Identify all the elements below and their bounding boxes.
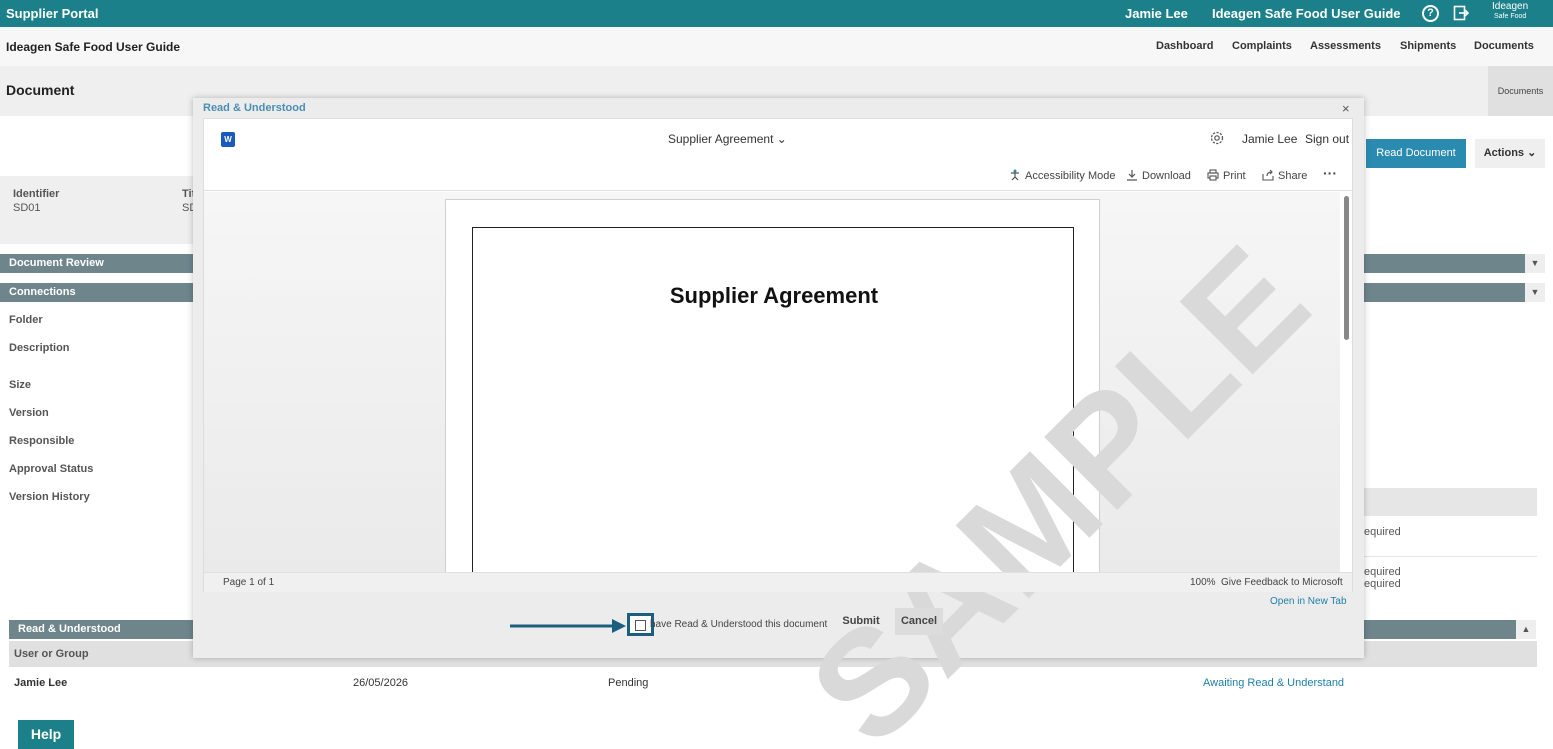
section-connections-right [1364, 283, 1525, 302]
page-indicator: Page 1 of 1 [223, 577, 275, 588]
read-document-button[interactable]: Read Document [1366, 139, 1466, 168]
viewer-status-bar: Page 1 of 1 100% Give Feedback to Micros… [204, 572, 1352, 592]
identifier-label: Identifier [13, 188, 60, 200]
nav-documents[interactable]: Documents [1474, 40, 1534, 52]
top-bar: Supplier Portal Jamie Lee Ideagen Safe F… [0, 0, 1553, 27]
chevron-down-icon[interactable]: ▼ [1525, 283, 1545, 302]
row-user: Jamie Lee [14, 677, 68, 689]
viewer-header: W Supplier Agreement ⌄ Jamie Lee Sign ou… [204, 119, 1352, 159]
column-user-or-group[interactable]: User or Group [14, 648, 89, 660]
word-icon: W [221, 132, 235, 147]
identifier-band: Identifier SD01 Tit SD [0, 176, 200, 244]
more-options-icon[interactable]: ··· [1323, 165, 1337, 181]
field-description: Description [9, 342, 70, 354]
section-read-understood-right [1364, 620, 1516, 639]
required-text: equired [1364, 526, 1401, 538]
nav-assessments[interactable]: Assessments [1310, 40, 1381, 52]
viewer-toolbar: Accessibility Mode Download Print Share … [204, 159, 1352, 191]
document-viewer: W Supplier Agreement ⌄ Jamie Lee Sign ou… [203, 118, 1353, 749]
version-history-header [1364, 488, 1537, 516]
section-read-understood[interactable]: Read & Understood [9, 620, 193, 639]
field-version: Version [9, 407, 49, 419]
field-size: Size [9, 379, 32, 391]
logout-icon[interactable] [1453, 5, 1469, 21]
help-icon[interactable]: ? [1422, 5, 1439, 22]
chevron-down-icon[interactable]: ▼ [1525, 254, 1545, 273]
cancel-button[interactable]: Cancel [895, 608, 943, 635]
zoom-level[interactable]: 100% [1190, 577, 1216, 588]
document-page: Supplier Agreement SAMPLE [445, 199, 1339, 749]
print-button[interactable]: Print [1207, 169, 1246, 182]
nav-dashboard[interactable]: Dashboard [1156, 40, 1213, 52]
modal-title: Read & Understood [203, 102, 306, 114]
user-name[interactable]: Jamie Lee [1125, 6, 1188, 21]
chevron-up-icon[interactable]: ▲ [1516, 620, 1536, 639]
arrow-pointer-icon [510, 619, 626, 633]
chevron-down-icon[interactable]: ⌄ [1385, 6, 1393, 17]
viewer-doc-name[interactable]: Supplier Agreement ⌄ [668, 132, 787, 146]
awaiting-link[interactable]: Awaiting Read & Understand [1203, 677, 1344, 689]
document-page-title: Supplier Agreement [669, 283, 879, 308]
identifier-value: SD01 [13, 202, 41, 214]
read-understood-checkbox[interactable] [635, 620, 646, 631]
print-icon [1207, 169, 1219, 181]
viewer-scrollbar[interactable] [1344, 196, 1349, 340]
nav-complaints[interactable]: Complaints [1232, 40, 1292, 52]
share-icon [1262, 169, 1274, 181]
section-connections[interactable]: Connections [0, 283, 193, 302]
row-date: 26/05/2026 [353, 677, 409, 689]
page-title: Document [6, 82, 75, 98]
submit-button[interactable]: Submit [837, 608, 885, 635]
viewer-user: Jamie Lee [1242, 132, 1298, 146]
download-icon [1127, 170, 1137, 181]
document-canvas: Supplier Agreement SAMPLE [204, 192, 1340, 749]
required-text: equired [1364, 566, 1401, 578]
tab-documents[interactable]: Documents [1488, 66, 1553, 116]
gear-icon[interactable] [1209, 130, 1225, 146]
actions-button[interactable]: Actions ⌄ [1475, 139, 1545, 168]
divider [1364, 556, 1537, 557]
share-button[interactable]: Share [1262, 169, 1307, 182]
close-icon[interactable]: × [1342, 101, 1350, 116]
app-title: Ideagen Safe Food User Guide [6, 40, 181, 54]
guide-selector[interactable]: Ideagen Safe Food User Guide [1212, 6, 1401, 21]
required-text: equired [1364, 578, 1401, 590]
section-document-review-right [1364, 254, 1525, 273]
sign-out-link[interactable]: Sign out [1305, 132, 1349, 146]
field-responsible: Responsible [9, 435, 75, 447]
accessibility-icon [1011, 169, 1019, 181]
sub-header: Ideagen Safe Food User Guide Dashboard C… [0, 27, 1553, 66]
section-document-review[interactable]: Document Review [0, 254, 193, 273]
nav-shipments[interactable]: Shipments [1400, 40, 1456, 52]
checkbox-label[interactable]: have Read & Understood this document [650, 619, 827, 630]
accessibility-mode-button[interactable]: Accessibility Mode [1009, 169, 1115, 182]
row-status: Pending [608, 677, 649, 689]
field-version-history: Version History [9, 491, 90, 503]
download-button[interactable]: Download [1126, 169, 1191, 182]
field-folder: Folder [9, 314, 43, 326]
field-approval-status: Approval Status [9, 463, 94, 475]
portal-title: Supplier Portal [6, 6, 99, 21]
open-in-new-tab-link[interactable]: Open in New Tab [1270, 596, 1347, 607]
help-button[interactable]: Help [18, 720, 74, 749]
feedback-link[interactable]: Give Feedback to Microsoft [1221, 577, 1343, 588]
ideagen-logo: Ideagen Safe Food [1492, 1, 1529, 21]
